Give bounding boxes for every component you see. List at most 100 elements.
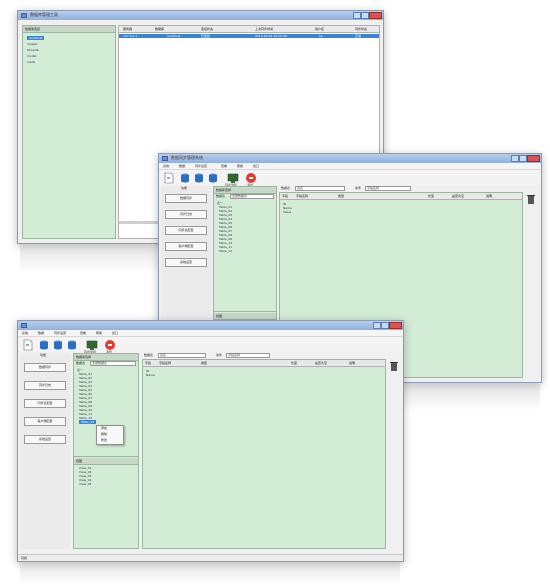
title-bar[interactable]: 数据同步管理系统	[159, 154, 541, 163]
search-input[interactable]: 字段名称	[365, 186, 411, 191]
tree-item[interactable]: Table_12	[219, 249, 232, 253]
tree-item[interactable]: msdb	[27, 60, 35, 64]
menu-item[interactable]: 数据	[38, 330, 44, 336]
search-input[interactable]: 字段名称	[226, 353, 270, 358]
nav-button[interactable]: 数据同步	[24, 363, 66, 372]
column-header[interactable]: 服务器	[123, 27, 132, 32]
column-header[interactable]: 说明	[349, 361, 355, 366]
tree-item-selected[interactable]: Table_13	[79, 420, 97, 424]
close-button[interactable]	[369, 12, 382, 19]
table-select[interactable]: 表名	[158, 353, 206, 358]
title-bar[interactable]: 数据库管理工具	[18, 11, 383, 20]
nav-button[interactable]: 同步日志	[24, 381, 66, 390]
title-bar[interactable]	[18, 321, 403, 330]
nav-button[interactable]: 同步表配置	[165, 226, 207, 235]
connection-tree-header: 数据库连接	[23, 26, 115, 33]
pane-divider[interactable]	[74, 456, 138, 457]
table-cell: sa	[319, 34, 323, 38]
context-menu-item[interactable]: 修改	[101, 438, 107, 443]
new-icon[interactable]	[163, 172, 175, 184]
tree-item[interactable]: tempdb	[27, 48, 39, 52]
view-tree-header: 视图	[214, 313, 276, 320]
close-button[interactable]	[527, 155, 540, 162]
menu-item[interactable]: 帮助	[96, 330, 102, 336]
nav-button[interactable]: 系统设置	[165, 258, 207, 267]
column-header[interactable]: 字段	[145, 361, 151, 366]
minimize-button[interactable]	[511, 155, 519, 162]
table-select[interactable]: 表名	[295, 186, 345, 191]
minimize-button[interactable]	[353, 12, 361, 19]
maximize-button[interactable]	[519, 155, 527, 162]
table-tree[interactable]: 数据库选择 数据表 全部数据表 表一 Table_01 Table_02 Tab…	[73, 353, 139, 549]
column-header[interactable]: 类型	[201, 361, 207, 366]
tree-item[interactable]: localhost	[27, 36, 45, 40]
column-header[interactable]: 用户名	[315, 27, 324, 32]
search-label: 条件	[216, 353, 223, 357]
connection-tree[interactable]: 数据库连接 localhost master tempdb model msdb	[22, 25, 116, 239]
column-header[interactable]: 长度	[291, 361, 297, 366]
window-sync-manager-front: 系统 数据 同步设置 查看 帮助 窗口 同步监控 退出 功能 数据同步 同步日志…	[17, 320, 404, 562]
maximize-button[interactable]	[381, 322, 389, 329]
nav-button[interactable]: 客户端配置	[24, 417, 66, 426]
database-icon[interactable]	[52, 339, 64, 351]
menu-item[interactable]: 帮助	[237, 163, 243, 169]
horizontal-scrollbar[interactable]	[119, 221, 159, 224]
nav-button[interactable]: 数据同步	[165, 194, 207, 203]
column-header[interactable]: 数据库	[155, 27, 164, 32]
column-header[interactable]: 上次同步时间	[255, 27, 273, 32]
tree-filter-select[interactable]: 全部数据表	[90, 361, 136, 366]
column-header[interactable]: 是否为空	[452, 194, 464, 199]
tree-item[interactable]: master	[27, 42, 38, 46]
nav-button[interactable]: 同步日志	[165, 210, 207, 219]
menu-item[interactable]: 同步设置	[54, 330, 66, 336]
nav-button[interactable]: 同步表配置	[24, 399, 66, 408]
column-header[interactable]: 字段名称	[159, 361, 171, 366]
nav-button[interactable]: 客户端配置	[165, 242, 207, 251]
table-row[interactable]: Name	[146, 373, 155, 377]
context-menu-item[interactable]: 删除	[101, 432, 107, 437]
new-icon[interactable]	[22, 339, 34, 351]
trash-icon[interactable]	[527, 194, 535, 204]
window-reflection	[20, 562, 400, 584]
column-header[interactable]: 长度	[428, 194, 434, 199]
menu-item[interactable]: 查看	[80, 330, 86, 336]
database-icon[interactable]	[207, 172, 219, 184]
toolbar: 同步监控 退出	[159, 170, 541, 187]
tree-item[interactable]: View_05	[79, 482, 91, 486]
menu-item[interactable]: 同步设置	[195, 163, 207, 169]
database-icon[interactable]	[66, 339, 78, 351]
field-grid[interactable]: 字段 字段名称 类型 长度 是否为空 说明 ID Name	[142, 359, 386, 549]
context-menu-item[interactable]: 添加	[101, 426, 107, 431]
menu-item[interactable]: 查看	[221, 163, 227, 169]
maximize-button[interactable]	[361, 12, 369, 19]
menu-item[interactable]: 系统	[163, 163, 169, 169]
database-icon[interactable]	[38, 339, 50, 351]
minimize-button[interactable]	[373, 322, 381, 329]
table-row[interactable]: 127.0.0.1 localhost 已连接 2014-03-25 10:25…	[119, 34, 379, 38]
column-header[interactable]: 字段	[282, 194, 288, 199]
menu-item[interactable]: 数据	[179, 163, 185, 169]
column-header[interactable]: 说明	[486, 194, 492, 199]
window-title: 数据同步管理系统	[171, 155, 203, 160]
database-icon[interactable]	[193, 172, 205, 184]
database-icon[interactable]	[179, 172, 191, 184]
pane-divider[interactable]	[214, 311, 276, 312]
menu-item[interactable]: 窗口	[253, 163, 259, 169]
column-header[interactable]: 类型	[338, 194, 344, 199]
table-tree-header: 数据库选择	[214, 187, 276, 194]
menu-item[interactable]: 系统	[22, 330, 28, 336]
trash-icon[interactable]	[390, 361, 398, 371]
status-bar: 就绪	[18, 554, 403, 561]
column-header[interactable]: 字段名称	[296, 194, 308, 199]
menu-bar: 系统 数据 同步设置 查看 帮助 窗口	[159, 163, 541, 170]
column-header[interactable]: 是否为空	[315, 361, 327, 366]
nav-button[interactable]: 系统设置	[24, 435, 66, 444]
tree-item[interactable]: model	[27, 54, 36, 58]
column-header[interactable]: 同步状态	[355, 27, 367, 32]
table-row[interactable]: Value	[283, 210, 291, 214]
menu-item[interactable]: 窗口	[112, 330, 118, 336]
tree-filter-select[interactable]: 全部数据表	[230, 194, 274, 199]
close-button[interactable]	[389, 322, 402, 329]
column-header[interactable]: 连接状态	[201, 27, 213, 32]
nav-panel: 功能 数据同步 同步日志 同步表配置 客户端配置 系统设置	[20, 353, 70, 549]
